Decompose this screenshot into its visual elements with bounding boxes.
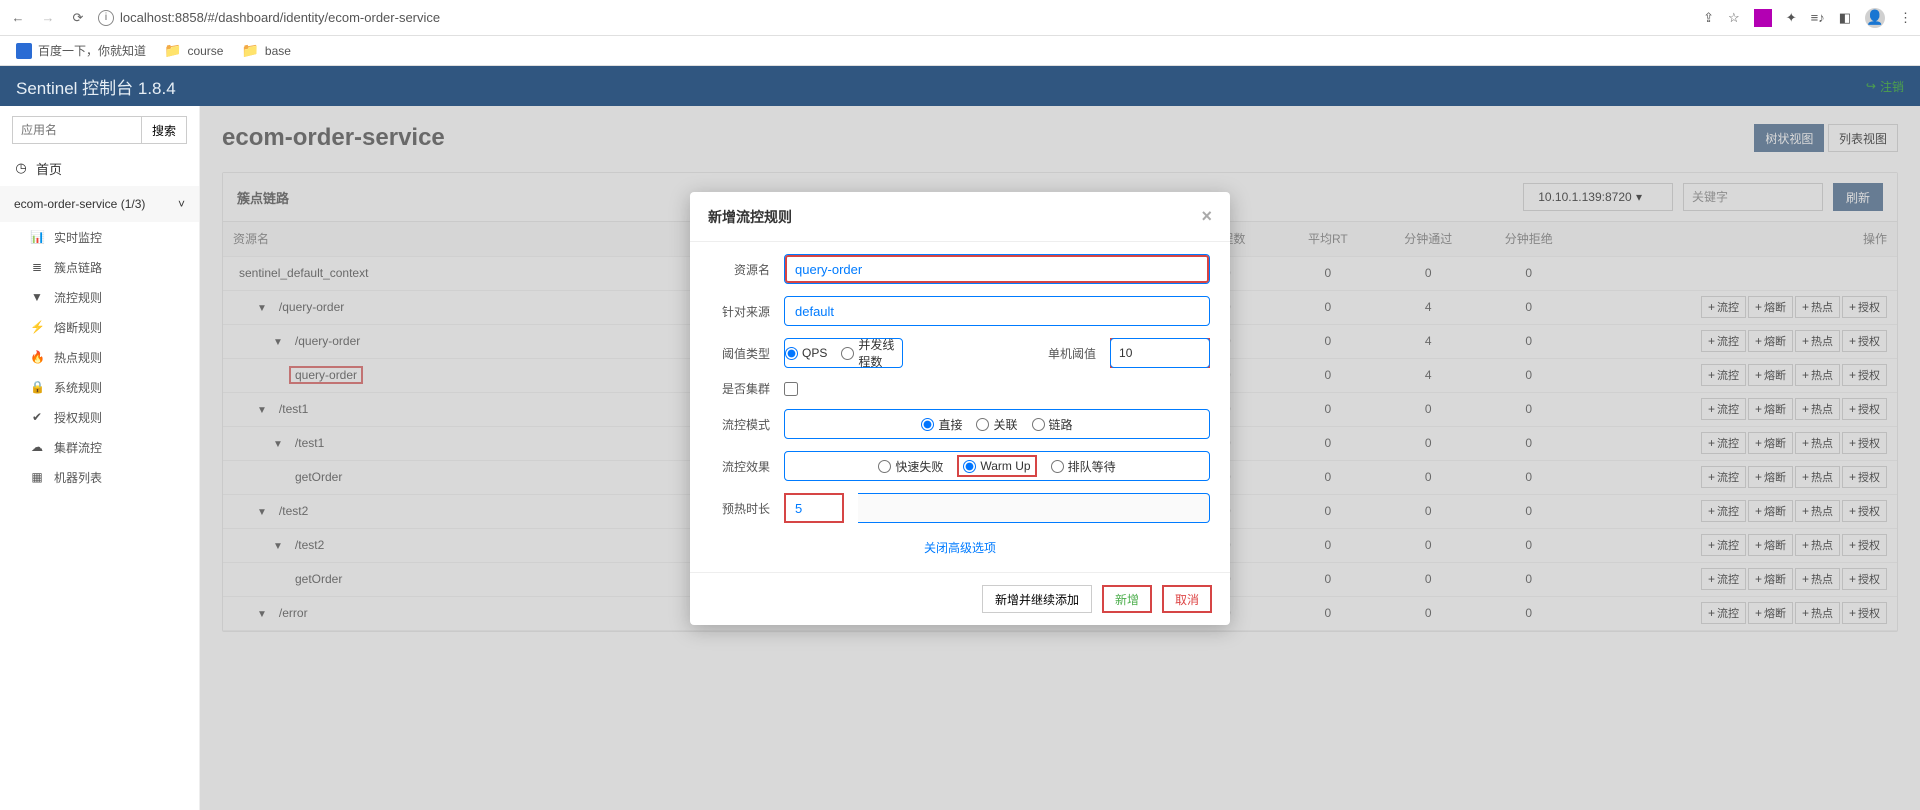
threshold-value-input[interactable] — [1110, 338, 1210, 368]
clock-icon: ◷ — [14, 160, 28, 176]
bolt-icon: ⚡ — [30, 320, 44, 334]
warmup-input[interactable] — [784, 493, 844, 523]
chevron-down-icon: ˅ — [178, 197, 185, 211]
mode-chain-radio[interactable]: 链路 — [1032, 416, 1073, 433]
sidebar-item-list[interactable]: ≣簇点链路 — [0, 252, 199, 282]
threshold-type-group: QPS 并发线程数 — [784, 338, 903, 368]
extension-icon[interactable] — [1754, 9, 1772, 27]
reload-button[interactable]: ⟳ — [68, 8, 88, 28]
filter-icon: ▼ — [30, 290, 44, 304]
bookmark-course[interactable]: 📁course — [164, 42, 223, 59]
mode-link-radio[interactable]: 关联 — [976, 416, 1017, 433]
warm-label: 预热时长 — [710, 500, 770, 517]
threshold-value-label: 单机阈值 — [1048, 345, 1096, 362]
close-icon[interactable]: × — [1201, 206, 1212, 227]
effect-group: 快速失败 Warm Up 排队等待 — [784, 451, 1210, 481]
panel-icon[interactable]: ◧ — [1839, 10, 1851, 26]
sidebar-item-bolt[interactable]: ⚡熔断规则 — [0, 312, 199, 342]
profile-avatar[interactable]: 👤 — [1865, 8, 1885, 28]
cluster-checkbox[interactable] — [784, 382, 798, 396]
fire-icon: 🔥 — [30, 350, 44, 364]
app-search-button[interactable]: 搜索 — [142, 116, 187, 144]
paw-icon — [16, 43, 32, 59]
resource-label: 资源名 — [710, 261, 770, 278]
sidebar-item-fire[interactable]: 🔥热点规则 — [0, 342, 199, 372]
thread-radio[interactable]: 并发线程数 — [841, 336, 902, 370]
app-header: Sentinel 控制台 1.8.4 ↪注销 — [0, 66, 1920, 106]
logout-link[interactable]: ↪注销 — [1866, 78, 1904, 95]
effect-label: 流控效果 — [710, 458, 770, 475]
add-and-continue-button[interactable]: 新增并继续添加 — [982, 585, 1092, 613]
limitapp-input[interactable] — [784, 296, 1210, 326]
bookmarks-bar: 百度一下，你就知道 📁course 📁base — [0, 36, 1920, 66]
bookmark-base[interactable]: 📁base — [241, 42, 290, 59]
back-button[interactable]: ← — [8, 8, 28, 28]
sidebar-item-check[interactable]: ✔授权规则 — [0, 402, 199, 432]
effect-queue-radio[interactable]: 排队等待 — [1051, 458, 1116, 475]
app-search-input[interactable] — [12, 116, 142, 144]
sidebar-item-cloud[interactable]: ☁集群流控 — [0, 432, 199, 462]
modal-title: 新增流控规则 — [708, 207, 792, 227]
check-icon: ✔ — [30, 410, 44, 424]
warmup-input-tail — [858, 493, 1210, 523]
logout-icon: ↪ — [1866, 79, 1876, 93]
sidebar-item-grid[interactable]: ▦机器列表 — [0, 462, 199, 492]
url-text: localhost:8858/#/dashboard/identity/ecom… — [120, 10, 440, 25]
sidebar-item-bar[interactable]: 📊实时监控 — [0, 222, 199, 252]
folder-icon: 📁 — [164, 42, 181, 59]
browser-toolbar: ← → ⟳ i localhost:8858/#/dashboard/ident… — [0, 0, 1920, 36]
add-button[interactable]: 新增 — [1102, 585, 1152, 613]
site-info-icon[interactable]: i — [98, 10, 114, 26]
sidebar-item-filter[interactable]: ▼流控规则 — [0, 282, 199, 312]
cancel-button[interactable]: 取消 — [1162, 585, 1212, 613]
mode-label: 流控模式 — [710, 416, 770, 433]
qps-radio[interactable]: QPS — [785, 346, 827, 360]
effect-warm-radio[interactable]: Warm Up — [963, 459, 1030, 473]
grid-icon: ▦ — [30, 470, 44, 484]
share-icon[interactable]: ⇪ — [1703, 10, 1714, 26]
sidebar: 搜索 ◷首页 ecom-order-service (1/3)˅ 📊实时监控≣簇… — [0, 106, 200, 810]
puzzle-icon[interactable]: ✦ — [1786, 10, 1797, 26]
bookmark-baidu[interactable]: 百度一下，你就知道 — [16, 42, 146, 59]
resource-input[interactable] — [784, 254, 1210, 284]
flow-rule-modal: 新增流控规则 × 资源名 针对来源 阈值类型 QPS 并发线程数 单机阈值 — [690, 192, 1230, 625]
kebab-menu-icon[interactable]: ⋮ — [1899, 10, 1912, 26]
folder-icon: 📁 — [241, 42, 258, 59]
app-title: Sentinel 控制台 1.8.4 — [16, 74, 176, 99]
close-advanced-link[interactable]: 关闭高级选项 — [710, 535, 1210, 564]
star-icon[interactable]: ☆ — [1728, 10, 1740, 26]
mode-group: 直接 关联 链路 — [784, 409, 1210, 439]
effect-fast-radio[interactable]: 快速失败 — [878, 458, 943, 475]
threshold-type-label: 阈值类型 — [710, 345, 770, 362]
cloud-icon: ☁ — [30, 440, 44, 454]
nav-app-toggle[interactable]: ecom-order-service (1/3)˅ — [0, 186, 199, 222]
address-bar[interactable]: i localhost:8858/#/dashboard/identity/ec… — [98, 10, 1693, 26]
music-queue-icon[interactable]: ≡♪ — [1811, 10, 1825, 25]
forward-button[interactable]: → — [38, 8, 58, 28]
lock-icon: 🔒 — [30, 380, 44, 394]
browser-actions: ⇪ ☆ ✦ ≡♪ ◧ 👤 ⋮ — [1703, 8, 1912, 28]
mode-direct-radio[interactable]: 直接 — [921, 416, 962, 433]
bar-icon: 📊 — [30, 230, 44, 244]
cluster-label: 是否集群 — [710, 380, 770, 397]
sidebar-item-lock[interactable]: 🔒系统规则 — [0, 372, 199, 402]
limitapp-label: 针对来源 — [710, 303, 770, 320]
list-icon: ≣ — [30, 260, 44, 274]
nav-home[interactable]: ◷首页 — [0, 150, 199, 186]
